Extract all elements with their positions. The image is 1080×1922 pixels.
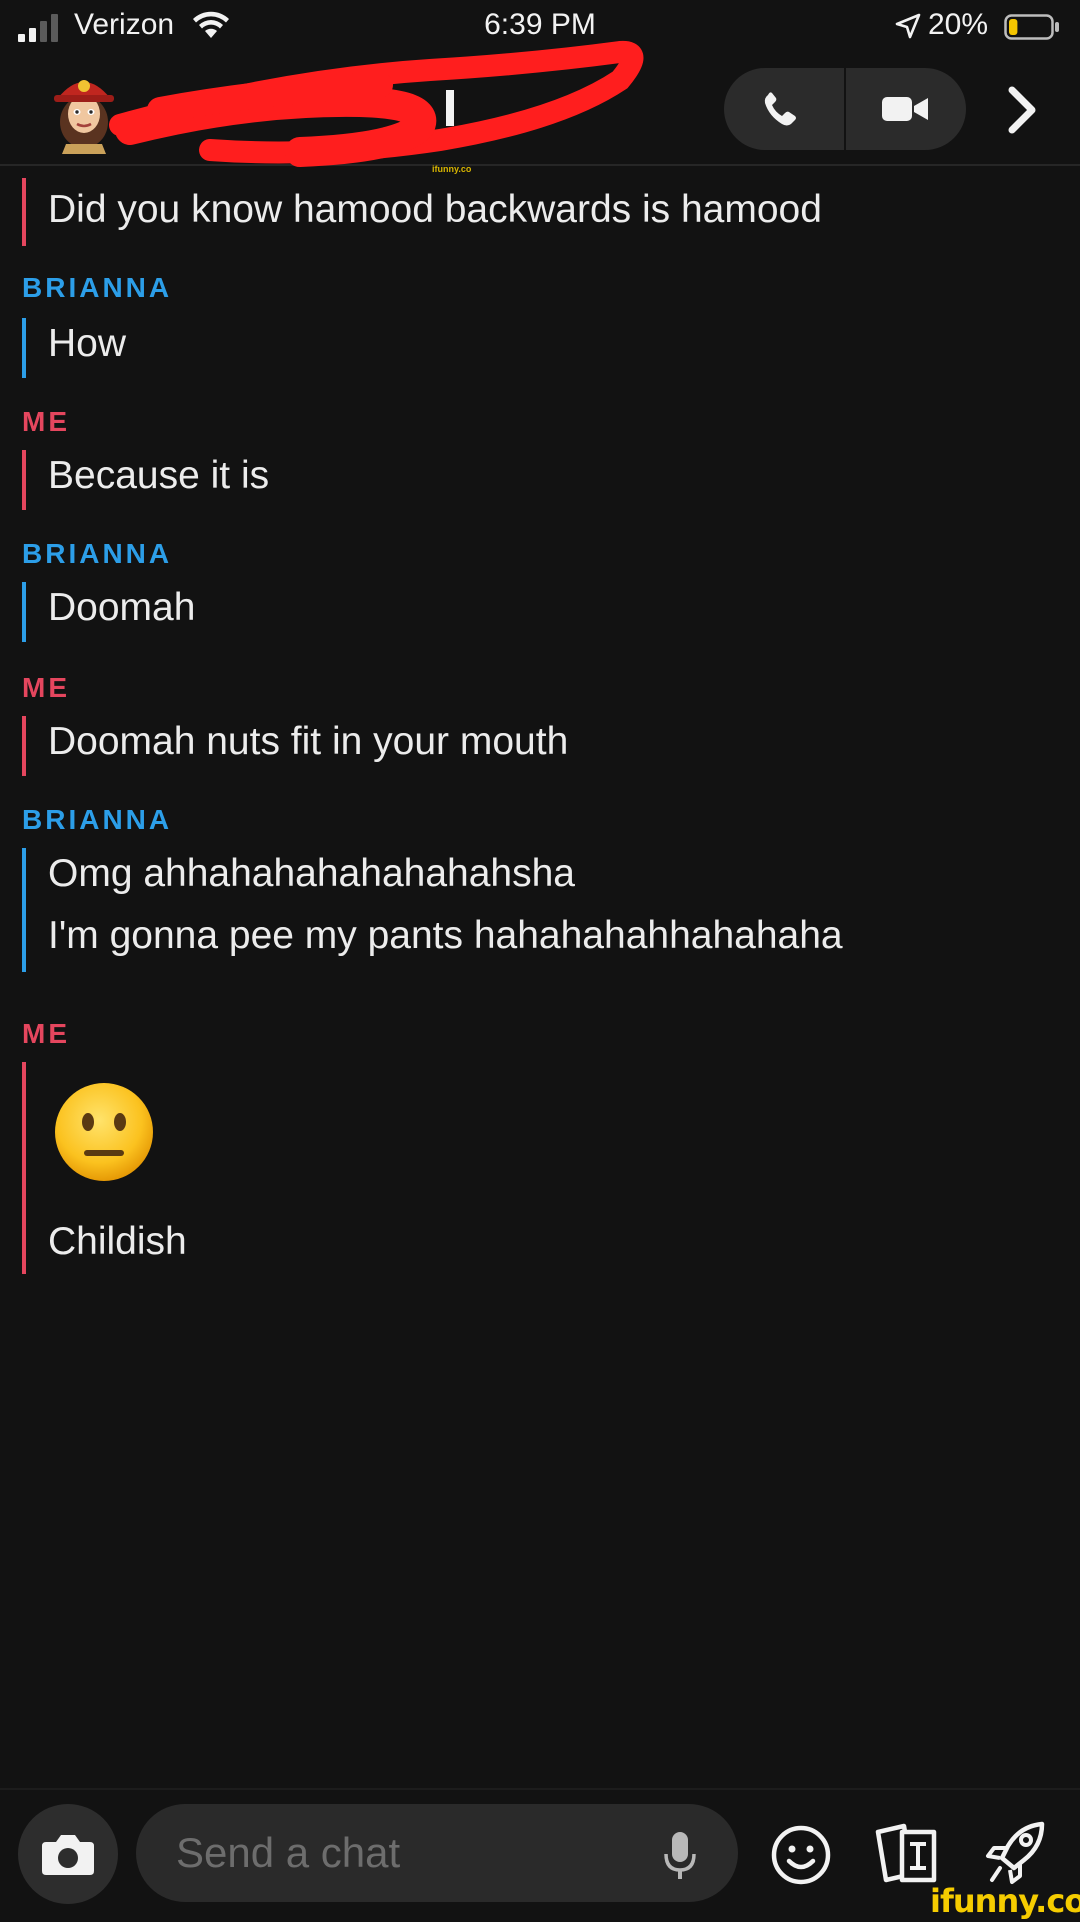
redaction-scribble — [109, 40, 644, 167]
sender-label: ME — [22, 1018, 70, 1049]
message-text[interactable]: Childish — [48, 1220, 187, 1264]
microphone-icon[interactable] — [662, 1830, 698, 1882]
message-text[interactable]: I'm gonna pee my pants hahahahahhahahaha — [48, 914, 843, 958]
watermark-small: ifunny.co — [432, 164, 472, 174]
sender-label: ME — [22, 406, 70, 437]
message-bar — [22, 582, 26, 642]
chat-header — [0, 40, 1080, 167]
message-bar — [22, 716, 26, 776]
composer-bar — [0, 1788, 1080, 1922]
camera-icon — [42, 1835, 94, 1875]
message-text[interactable]: Doomah — [48, 586, 195, 630]
camera-button[interactable] — [18, 1804, 118, 1904]
sender-label: BRIANNA — [22, 538, 173, 569]
sender-label: ME — [22, 672, 70, 703]
voice-call-button[interactable] — [724, 68, 844, 150]
cards-icon[interactable] — [872, 1820, 944, 1888]
sender-label: BRIANNA — [22, 804, 173, 835]
message-bar — [22, 1062, 26, 1274]
video-call-button[interactable] — [846, 68, 966, 150]
message-bar — [22, 318, 26, 378]
location-arrow-icon — [895, 13, 921, 39]
chat-input[interactable] — [136, 1804, 738, 1902]
sender-label: BRIANNA — [22, 272, 173, 303]
message-text[interactable]: Omg ahhahahahahahahahsha — [48, 852, 575, 896]
call-buttons — [724, 68, 966, 150]
message-text[interactable]: Did you know hamood backwards is hamood — [48, 188, 822, 232]
rocket-icon[interactable] — [984, 1818, 1050, 1890]
message-text[interactable]: Because it is — [48, 454, 269, 498]
watermark-logo: ifunny.co — [930, 1882, 1080, 1920]
message-text[interactable]: Doomah nuts fit in your mouth — [48, 720, 568, 764]
chevron-right-icon[interactable] — [1000, 84, 1044, 136]
smiley-icon[interactable] — [770, 1824, 832, 1886]
message-bar — [22, 178, 26, 246]
battery-icon — [1004, 14, 1059, 40]
phone-icon — [764, 92, 796, 126]
message-bar — [22, 450, 26, 510]
message-text[interactable]: How — [48, 322, 126, 366]
neutral-face-emoji[interactable] — [52, 1080, 156, 1184]
battery-percent: 20% — [928, 8, 989, 41]
video-camera-icon — [882, 97, 928, 121]
message-bar — [22, 848, 26, 972]
